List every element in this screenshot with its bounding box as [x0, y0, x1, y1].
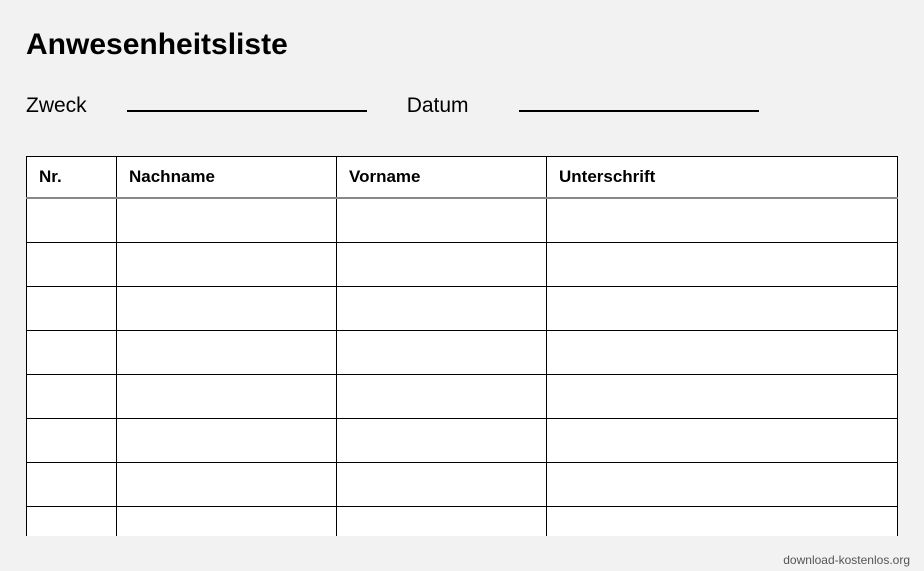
cell-nachname[interactable] — [117, 506, 337, 536]
cell-unterschrift[interactable] — [547, 242, 898, 286]
purpose-label: Zweck — [26, 94, 87, 118]
header-nr: Nr. — [27, 157, 117, 199]
cell-vorname[interactable] — [337, 242, 547, 286]
cell-nachname[interactable] — [117, 286, 337, 330]
cell-unterschrift[interactable] — [547, 374, 898, 418]
table-row — [27, 242, 898, 286]
cell-nr[interactable] — [27, 374, 117, 418]
table-row — [27, 198, 898, 242]
watermark: download-kostenlos.org — [783, 553, 910, 567]
cell-vorname[interactable] — [337, 198, 547, 242]
cell-nachname[interactable] — [117, 374, 337, 418]
cell-unterschrift[interactable] — [547, 198, 898, 242]
cell-vorname[interactable] — [337, 286, 547, 330]
table-row — [27, 330, 898, 374]
meta-row: Zweck Datum — [26, 90, 898, 118]
cell-nr[interactable] — [27, 330, 117, 374]
table-row — [27, 418, 898, 462]
cell-nr[interactable] — [27, 198, 117, 242]
table-row — [27, 374, 898, 418]
table-row — [27, 506, 898, 536]
table-header-row: Nr. Nachname Vorname Unterschrift — [27, 157, 898, 199]
purpose-blank[interactable] — [127, 90, 367, 112]
cell-vorname[interactable] — [337, 330, 547, 374]
cell-unterschrift[interactable] — [547, 418, 898, 462]
cell-nr[interactable] — [27, 242, 117, 286]
cell-nr[interactable] — [27, 506, 117, 536]
cell-vorname[interactable] — [337, 506, 547, 536]
cell-nr[interactable] — [27, 286, 117, 330]
cell-nr[interactable] — [27, 462, 117, 506]
page-title: Anwesenheitsliste — [26, 28, 898, 62]
header-nachname: Nachname — [117, 157, 337, 199]
cell-nachname[interactable] — [117, 198, 337, 242]
header-unterschrift: Unterschrift — [547, 157, 898, 199]
cell-vorname[interactable] — [337, 374, 547, 418]
cell-nachname[interactable] — [117, 418, 337, 462]
cell-unterschrift[interactable] — [547, 286, 898, 330]
table-row — [27, 286, 898, 330]
cell-unterschrift[interactable] — [547, 506, 898, 536]
cell-nachname[interactable] — [117, 462, 337, 506]
cell-vorname[interactable] — [337, 418, 547, 462]
cell-unterschrift[interactable] — [547, 462, 898, 506]
attendance-table: Nr. Nachname Vorname Unterschrift — [26, 156, 898, 536]
cell-unterschrift[interactable] — [547, 330, 898, 374]
date-blank[interactable] — [519, 90, 759, 112]
cell-nachname[interactable] — [117, 242, 337, 286]
cell-nachname[interactable] — [117, 330, 337, 374]
cell-vorname[interactable] — [337, 462, 547, 506]
cell-nr[interactable] — [27, 418, 117, 462]
header-vorname: Vorname — [337, 157, 547, 199]
date-label: Datum — [407, 94, 469, 118]
table-row — [27, 462, 898, 506]
